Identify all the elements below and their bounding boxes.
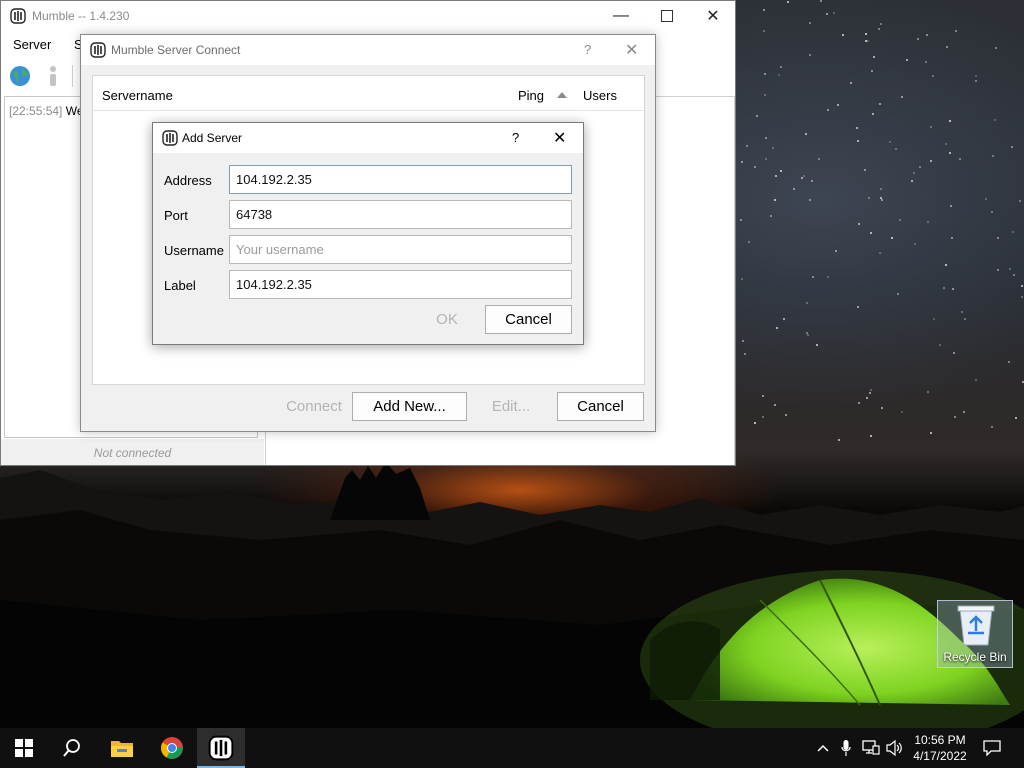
address-label: Address: [164, 173, 212, 188]
clock-time: 10:56 PM: [914, 733, 966, 747]
network-tray-button[interactable]: [861, 728, 881, 768]
mumble-icon: [208, 735, 234, 761]
file-explorer-icon: [111, 741, 133, 757]
chrome-icon: [161, 737, 183, 759]
connect-titlebar[interactable]: Mumble Server Connect ? ✕: [81, 35, 655, 65]
close-icon: ✕: [625, 42, 639, 59]
recycle-bin-icon: [957, 605, 995, 646]
close-icon: ✕: [706, 8, 720, 25]
username-field[interactable]: [229, 235, 572, 264]
mumble-icon: [162, 130, 178, 146]
recycle-bin-label: Recycle Bin: [943, 650, 1007, 664]
sort-ascending-icon: [557, 92, 567, 98]
close-button[interactable]: ✕: [690, 1, 736, 31]
toolbar-separator: [72, 65, 73, 87]
network-icon: [862, 740, 880, 755]
add-server-title: Add Server: [182, 131, 243, 145]
help-button[interactable]: ?: [584, 42, 591, 57]
notification-icon: [983, 740, 1001, 756]
add-help-button[interactable]: ?: [512, 130, 519, 145]
column-users[interactable]: Users: [583, 88, 617, 103]
system-clock[interactable]: 10:56 PM 4/17/2022: [905, 732, 975, 764]
search-icon: [63, 739, 80, 757]
start-button[interactable]: [0, 728, 48, 768]
server-list-header: Servername Ping Users: [93, 76, 644, 111]
address-field[interactable]: [229, 165, 572, 194]
mumble-icon: [90, 42, 106, 58]
volume-icon: [886, 740, 902, 756]
port-label: Port: [164, 208, 188, 223]
connect-cancel-button[interactable]: Cancel: [557, 392, 644, 421]
microphone-tray-button[interactable]: [838, 728, 854, 768]
recycle-bin-shortcut[interactable]: Recycle Bin: [937, 600, 1013, 668]
file-explorer-button[interactable]: [98, 728, 146, 768]
column-ping[interactable]: Ping: [518, 88, 544, 103]
add-cancel-button[interactable]: Cancel: [485, 305, 572, 334]
notifications-button[interactable]: [980, 728, 1004, 768]
chrome-button[interactable]: [148, 728, 196, 768]
volume-tray-button[interactable]: [885, 728, 905, 768]
edit-button[interactable]: Edit...: [465, 392, 557, 421]
maximize-button[interactable]: [644, 1, 690, 31]
chevron-up-icon: [817, 744, 829, 752]
add-new-button[interactable]: Add New...: [352, 392, 467, 421]
label-field[interactable]: [229, 270, 572, 299]
connect-dialog-title: Mumble Server Connect: [111, 43, 241, 57]
port-field[interactable]: [229, 200, 572, 229]
minimize-icon: —: [613, 7, 629, 24]
minimize-button[interactable]: —: [598, 1, 644, 31]
username-label: Username: [164, 243, 224, 258]
connection-status: Not connected: [1, 439, 264, 465]
connect-close-button[interactable]: ✕: [625, 40, 638, 60]
search-button[interactable]: [48, 728, 96, 768]
mumble-icon: [10, 8, 26, 24]
info-icon[interactable]: [45, 64, 61, 88]
menu-server[interactable]: Server: [13, 37, 51, 52]
add-close-button[interactable]: ✕: [553, 128, 566, 148]
show-hidden-icons-button[interactable]: [814, 728, 832, 768]
taskbar: 10:56 PM 4/17/2022: [0, 728, 1024, 768]
microphone-icon: [841, 740, 851, 756]
ok-button[interactable]: OK: [409, 305, 485, 334]
maximize-icon: [661, 10, 673, 22]
globe-icon[interactable]: [8, 64, 32, 88]
add-server-dialog: Add Server ? ✕ Address Port Username Lab…: [152, 122, 584, 345]
log-timestamp: [22:55:54]: [9, 104, 63, 118]
main-titlebar[interactable]: Mumble -- 1.4.230 — ✕: [1, 1, 735, 31]
mumble-taskbar-button[interactable]: [197, 728, 245, 768]
label-label: Label: [164, 278, 196, 293]
column-servername[interactable]: Servername: [102, 88, 173, 103]
main-window-title: Mumble -- 1.4.230: [32, 9, 130, 23]
clock-date: 4/17/2022: [913, 749, 967, 763]
start-icon: [15, 739, 33, 757]
add-server-titlebar[interactable]: Add Server ? ✕: [153, 123, 583, 153]
close-icon: ✕: [553, 130, 567, 147]
